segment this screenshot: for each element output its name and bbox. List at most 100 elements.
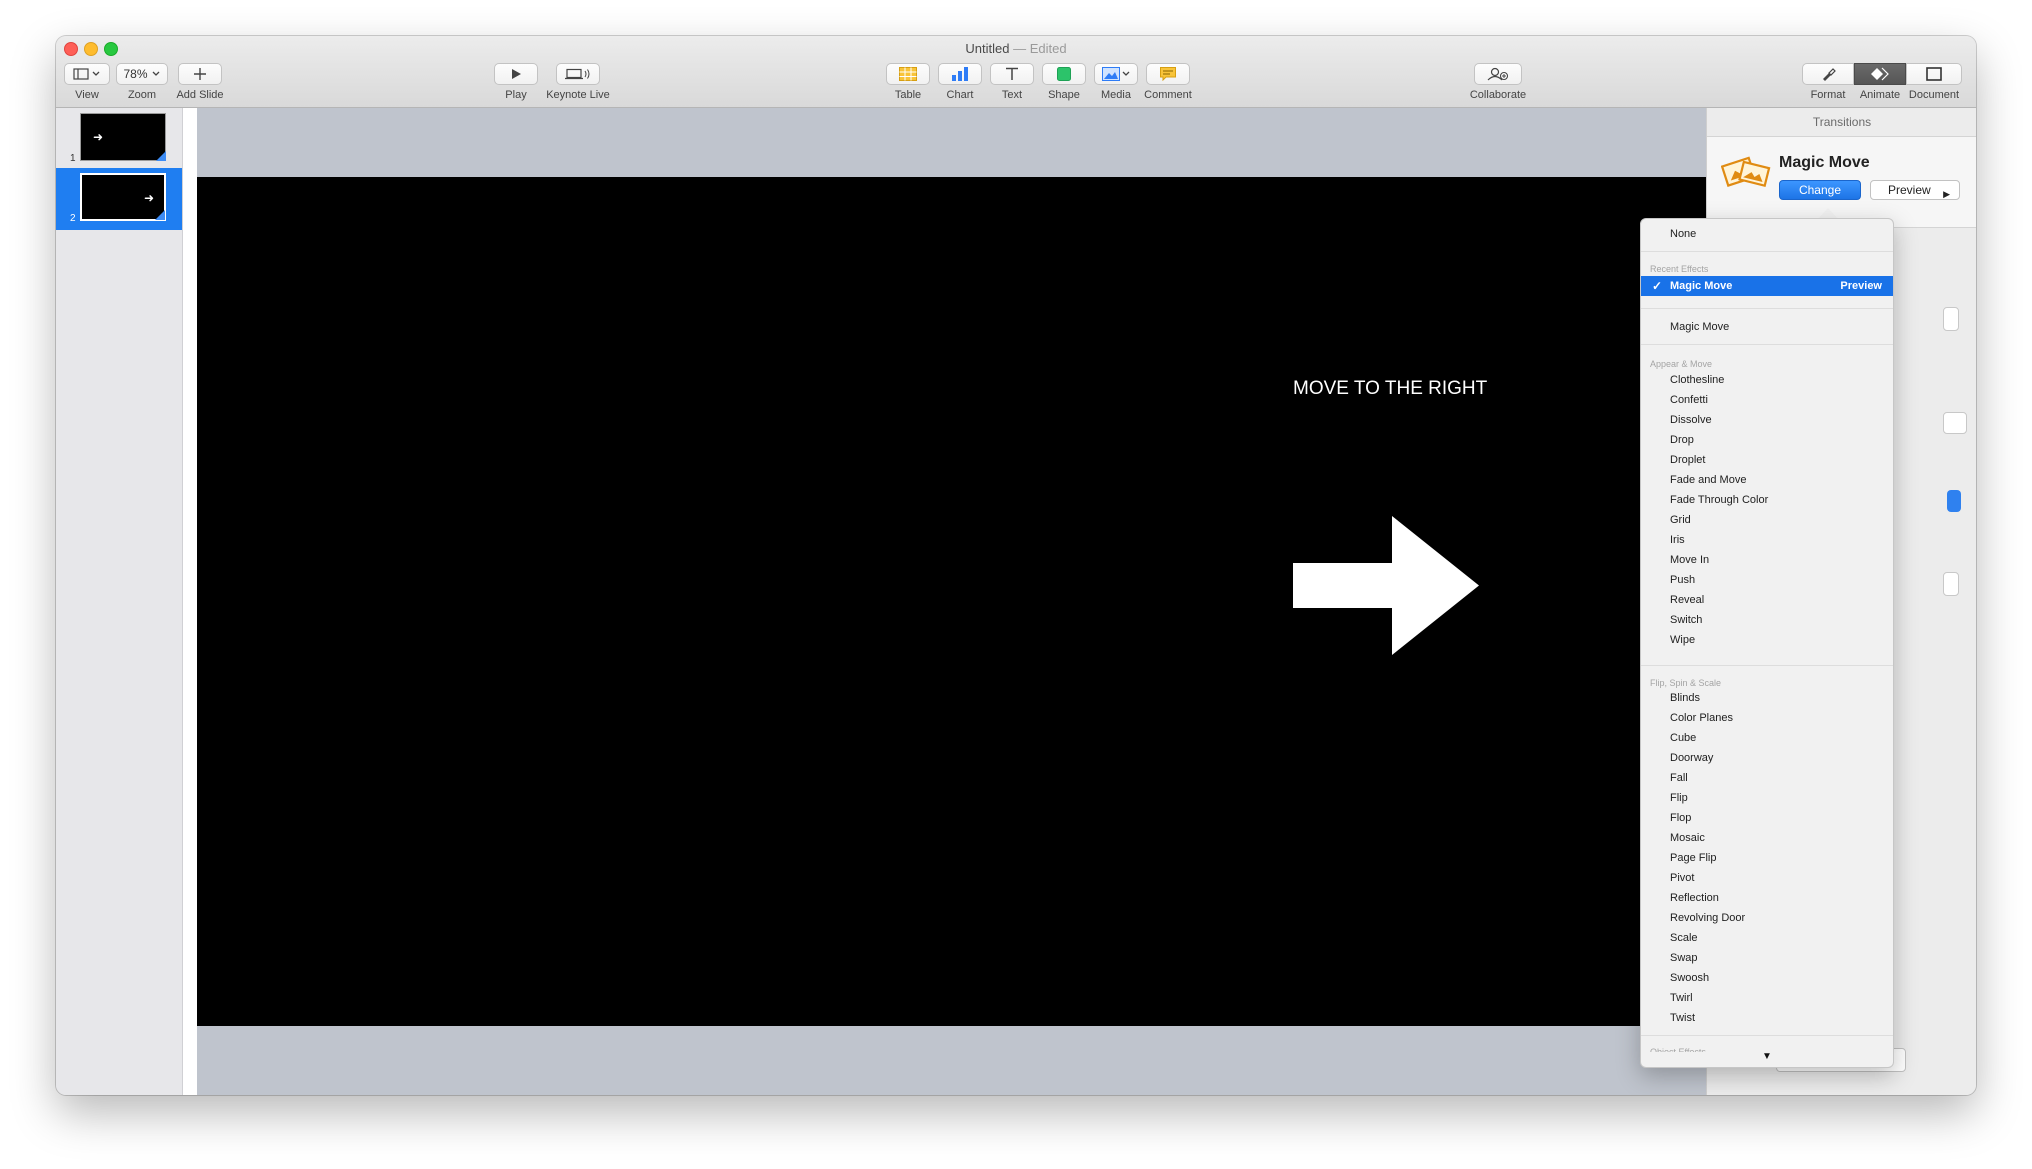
play-button[interactable] [494, 63, 538, 85]
view-button[interactable] [64, 63, 110, 85]
direction-popup[interactable] [1943, 412, 1967, 434]
menu-item-dissolve[interactable]: Dissolve [1641, 410, 1893, 430]
slide-text-box[interactable]: MOVE TO THE RIGHT [1293, 378, 1487, 400]
transition-name: Magic Move [1779, 154, 1870, 171]
zoom-menu[interactable]: 78% [116, 63, 168, 85]
menu-separator [1641, 308, 1893, 309]
preview-transition-button[interactable]: Preview ▶ [1870, 180, 1960, 200]
menu-item-reflection[interactable]: Reflection [1641, 888, 1893, 908]
animate-button[interactable] [1854, 63, 1906, 85]
menu-item-recent-magic-move[interactable]: ✓ Magic Move Preview [1641, 276, 1893, 296]
right-arrow-shape[interactable] [1293, 516, 1479, 655]
menu-item-push[interactable]: Push [1641, 570, 1893, 590]
menu-item-mosaic[interactable]: Mosaic [1641, 828, 1893, 848]
appear-move-heading: Appear & Move [1650, 359, 1713, 369]
toolbar-comment[interactable]: Comment [1144, 63, 1192, 101]
text-icon [1006, 67, 1018, 80]
chart-label: Chart [946, 89, 974, 101]
menu-separator [1641, 1035, 1893, 1036]
menu-item-reveal[interactable]: Reveal [1641, 590, 1893, 610]
menu-item-confetti[interactable]: Confetti [1641, 390, 1893, 410]
menu-item-revolving-door[interactable]: Revolving Door [1641, 908, 1893, 928]
change-transition-button[interactable]: Change [1779, 180, 1861, 200]
comment-button[interactable] [1146, 63, 1190, 85]
collaborate-button[interactable] [1474, 63, 1522, 85]
menu-item-cube[interactable]: Cube [1641, 728, 1893, 748]
transition-marker-icon [155, 210, 165, 220]
document-button[interactable] [1906, 63, 1962, 85]
chart-icon [952, 67, 968, 81]
format-label: Format [1810, 89, 1846, 101]
toolbar-table[interactable]: Table [886, 63, 930, 101]
mini-arrow-icon: ➜ [93, 130, 104, 144]
media-button[interactable] [1094, 63, 1138, 85]
toolbar-keynote-live[interactable]: Keynote Live [546, 63, 610, 101]
table-label: Table [894, 89, 922, 101]
play-label: Play [505, 89, 527, 101]
chevron-down-icon [152, 71, 159, 76]
keynote-live-icon [565, 68, 590, 80]
chart-button[interactable] [938, 63, 982, 85]
document-icon [1926, 67, 1942, 81]
menu-item-doorway[interactable]: Doorway [1641, 748, 1893, 768]
edited-status: Edited [1029, 41, 1067, 56]
menu-item-clothesline[interactable]: Clothesline [1641, 370, 1893, 390]
menu-item-iris[interactable]: Iris [1641, 530, 1893, 550]
toolbar-text[interactable]: Text [990, 63, 1034, 101]
start-transition-popup[interactable] [1947, 490, 1961, 512]
comment-icon [1160, 67, 1176, 81]
menu-item-fall[interactable]: Fall [1641, 768, 1893, 788]
menu-item-color-planes[interactable]: Color Planes [1641, 708, 1893, 728]
keynote-live-label: Keynote Live [546, 89, 610, 101]
toolbar-document[interactable]: Document [1906, 63, 1962, 101]
menu-item-move-in[interactable]: Move In [1641, 550, 1893, 570]
menu-item-scale[interactable]: Scale [1641, 928, 1893, 948]
toolbar-shape[interactable]: Shape [1042, 63, 1086, 101]
menu-item-magic-move[interactable]: Magic Move [1641, 317, 1893, 337]
toolbar-media[interactable]: Media [1094, 63, 1138, 101]
menu-item-drop[interactable]: Drop [1641, 430, 1893, 450]
add-slide-button[interactable] [178, 63, 222, 85]
toolbar-play[interactable]: Play [494, 63, 538, 101]
toolbar-animate[interactable]: Animate [1854, 63, 1906, 101]
menu-item-grid[interactable]: Grid [1641, 510, 1893, 530]
menu-item-swoosh[interactable]: Swoosh [1641, 968, 1893, 988]
menu-item-swap[interactable]: Swap [1641, 948, 1893, 968]
toolbar-zoom[interactable]: 78% Zoom [116, 63, 168, 101]
menu-item-blinds[interactable]: Blinds [1641, 688, 1893, 708]
toolbar-view[interactable]: View [64, 63, 110, 101]
shape-icon [1057, 67, 1071, 81]
delay-stepper[interactable] [1943, 572, 1959, 596]
format-button[interactable] [1802, 63, 1854, 85]
menu-item-page-flip[interactable]: Page Flip [1641, 848, 1893, 868]
toolbar-format[interactable]: Format [1802, 63, 1854, 101]
slide-thumbnail-2[interactable]: 2 ➜ [56, 168, 182, 230]
toolbar: Untitled — Edited View 78% Zoom Add Slid… [56, 36, 1976, 108]
transition-effects-menu: None Recent Effects ✓ Magic Move Preview… [1640, 218, 1894, 1068]
menu-item-twirl[interactable]: Twirl [1641, 988, 1893, 1008]
toolbar-collaborate[interactable]: Collaborate [1470, 63, 1526, 101]
table-button[interactable] [886, 63, 930, 85]
paintbrush-icon [1823, 68, 1836, 81]
menu-item-twist[interactable]: Twist [1641, 1008, 1893, 1028]
text-button[interactable] [990, 63, 1034, 85]
menu-item-flop[interactable]: Flop [1641, 808, 1893, 828]
menu-item-fade-through-color[interactable]: Fade Through Color [1641, 490, 1893, 510]
menu-item-fade-and-move[interactable]: Fade and Move [1641, 470, 1893, 490]
menu-item-pivot[interactable]: Pivot [1641, 868, 1893, 888]
toolbar-chart[interactable]: Chart [938, 63, 982, 101]
transition-marker-icon [156, 151, 166, 161]
menu-item-flip[interactable]: Flip [1641, 788, 1893, 808]
menu-item-none[interactable]: None [1641, 224, 1893, 244]
slide-thumbnail-image: ➜ [80, 173, 166, 221]
menu-item-wipe[interactable]: Wipe [1641, 630, 1893, 650]
slide-thumbnail-1[interactable]: 1 ➜ [56, 111, 182, 169]
slide[interactable]: MOVE TO THE RIGHT [197, 177, 1715, 1026]
shape-button[interactable] [1042, 63, 1086, 85]
keynote-live-button[interactable] [556, 63, 600, 85]
toolbar-add-slide[interactable]: Add Slide [176, 63, 224, 101]
duration-stepper[interactable] [1943, 307, 1959, 331]
menu-item-switch[interactable]: Switch [1641, 610, 1893, 630]
scroll-down-arrow-icon[interactable]: ▼ [1641, 1051, 1893, 1062]
menu-item-droplet[interactable]: Droplet [1641, 450, 1893, 470]
